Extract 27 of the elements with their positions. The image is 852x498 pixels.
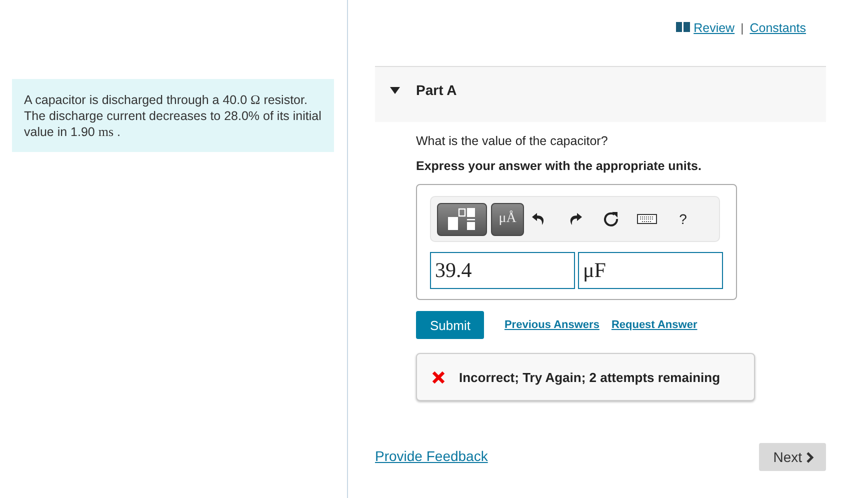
templates-button[interactable]: [437, 202, 487, 236]
templates-icon: [447, 207, 477, 231]
constants-link[interactable]: Constants: [750, 21, 806, 35]
value-field[interactable]: 39.4: [430, 252, 575, 289]
part-header[interactable]: Part A: [375, 66, 826, 122]
problem-statement: A capacitor is discharged through a 40.0 Ω resistor. The discharge current decreases to 28.0% of its initial value in 1.90 ms .: [12, 79, 334, 152]
help-button[interactable]: ?: [672, 208, 694, 230]
unit-field[interactable]: μF: [578, 252, 723, 289]
reset-icon: [603, 211, 619, 227]
units-button[interactable]: μÅ: [491, 202, 524, 236]
undo-icon: [532, 212, 546, 226]
question-text: What is the value of the capacitor?: [416, 134, 609, 148]
book-icon: [676, 22, 690, 32]
redo-icon: [568, 212, 582, 226]
keyboard-icon: [637, 214, 657, 224]
next-button[interactable]: Next: [759, 443, 826, 471]
chevron-right-icon: [806, 452, 814, 462]
feedback-link[interactable]: Provide Feedback: [375, 448, 488, 464]
feedback-text: Incorrect; Try Again; 2 attempts remaining: [459, 370, 720, 384]
answer-link[interactable]: Previous Answers: [504, 319, 600, 331]
review-link[interactable]: Review: [676, 21, 735, 35]
error-icon: [432, 370, 445, 384]
instruction-text: Express your answer with the appropriate units.: [416, 159, 702, 173]
answer-link[interactable]: Request Answer: [611, 319, 698, 331]
part-title: Part A: [416, 82, 457, 98]
submit-button[interactable]: Submit: [416, 311, 484, 339]
link-separator: |: [740, 21, 744, 35]
